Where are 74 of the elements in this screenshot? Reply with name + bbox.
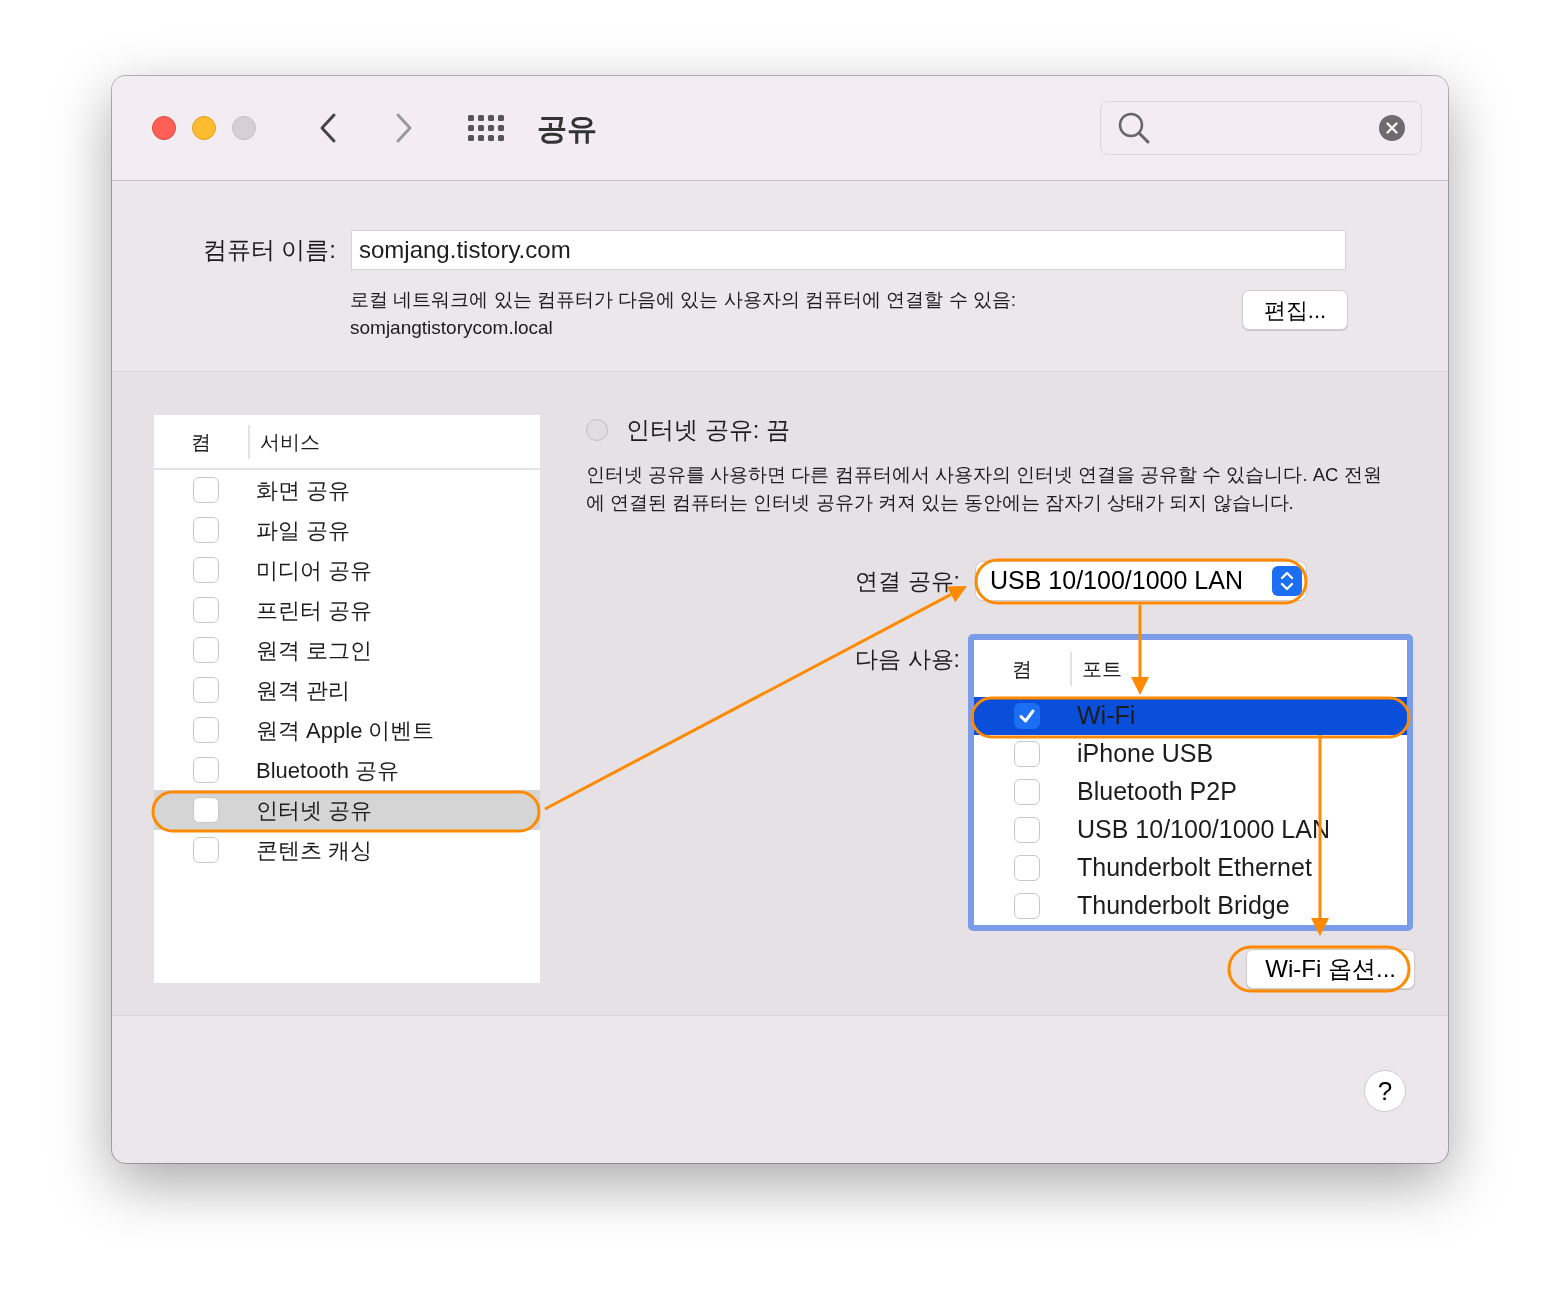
service-name: 콘텐츠 캐싱	[256, 836, 373, 865]
checkbox[interactable]	[193, 517, 219, 543]
checkbox[interactable]	[193, 717, 219, 743]
port-name: Thunderbolt Ethernet	[1077, 852, 1312, 884]
service-row[interactable]: 원격 관리	[154, 670, 540, 710]
forward-icon[interactable]	[394, 112, 414, 144]
port-name: Bluetooth P2P	[1077, 776, 1237, 808]
local-address: somjangtistorycom.local	[350, 316, 554, 340]
checkbox[interactable]	[193, 677, 219, 703]
checkbox[interactable]	[193, 557, 219, 583]
close-button[interactable]	[152, 116, 176, 140]
column-header: 켬	[1011, 656, 1033, 682]
port-row[interactable]: Thunderbolt Bridge	[974, 887, 1407, 925]
description-text: 인터넷 공유를 사용하면 다른 컴퓨터에서 사용자의 인터넷 연결을 공유할 수 있습니다. AC 전원에 연결된 컴퓨터는 인터넷 공유가 켜져 있는 동안에는 잠자기 상태가 되지 않습니다.	[586, 463, 1383, 515]
service-name: 원격 Apple 이벤트	[256, 716, 435, 745]
back-icon[interactable]	[318, 112, 338, 144]
port-row[interactable]: iPhone USB	[974, 735, 1407, 773]
service-row[interactable]: 파일 공유	[154, 510, 540, 550]
share-from-dropdown[interactable]: USB 10/100/1000 LAN	[976, 562, 1306, 600]
service-row[interactable]: 인터넷 공유	[154, 790, 540, 830]
column-header: 서비스	[259, 429, 320, 455]
computer-name-field[interactable]: somjang.tistory.com	[351, 230, 1346, 270]
service-name: 원격 로그인	[256, 636, 373, 665]
service-name: Bluetooth 공유	[256, 756, 400, 785]
clear-icon[interactable]	[1379, 115, 1405, 141]
checkbox[interactable]	[1014, 817, 1040, 843]
service-row[interactable]: 화면 공유	[154, 470, 540, 510]
service-row[interactable]: 원격 로그인	[154, 630, 540, 670]
service-name: 미디어 공유	[256, 556, 373, 585]
window-title: 공유	[537, 110, 597, 147]
field-label: 연결 공유:	[854, 566, 960, 596]
field-label: 다음 사용:	[854, 645, 960, 674]
status-label: 인터넷 공유: 끔	[626, 415, 790, 445]
service-row[interactable]: Bluetooth 공유	[154, 750, 540, 790]
search-field[interactable]	[1100, 101, 1422, 155]
service-row[interactable]: 미디어 공유	[154, 550, 540, 590]
radio-button[interactable]	[586, 419, 608, 441]
port-row[interactable]: Bluetooth P2P	[974, 773, 1407, 811]
info-text: 로컬 네트워크에 있는 컴퓨터가 다음에 있는 사용자의 컴퓨터에 연결할 수 있음:	[350, 288, 1017, 312]
edit-button[interactable]: 편집...	[1242, 290, 1348, 330]
minimize-button[interactable]	[192, 116, 216, 140]
service-name: 파일 공유	[256, 516, 351, 545]
column-header: 켬	[190, 429, 212, 455]
checkbox[interactable]	[193, 477, 219, 503]
checkbox[interactable]	[1014, 741, 1040, 767]
port-name: Wi-Fi	[1077, 700, 1136, 732]
search-icon	[1117, 111, 1151, 145]
service-name: 인터넷 공유	[256, 796, 373, 825]
checkbox[interactable]	[193, 837, 219, 863]
stepper-icon	[1272, 566, 1302, 596]
service-name: 화면 공유	[256, 476, 351, 505]
checkbox[interactable]	[1014, 779, 1040, 805]
service-name: 프린터 공유	[256, 596, 373, 625]
checkbox[interactable]	[193, 597, 219, 623]
service-row[interactable]: 원격 Apple 이벤트	[154, 710, 540, 750]
checkbox[interactable]	[1014, 855, 1040, 881]
column-header: 포트	[1081, 656, 1122, 682]
port-name: Thunderbolt Bridge	[1077, 890, 1290, 922]
service-row[interactable]: 프린터 공유	[154, 590, 540, 630]
grid-icon[interactable]	[468, 115, 505, 141]
checkbox[interactable]	[193, 797, 219, 823]
service-name: 원격 관리	[256, 676, 351, 705]
zoom-button[interactable]	[232, 116, 256, 140]
port-row[interactable]: Thunderbolt Ethernet	[974, 849, 1407, 887]
checkbox[interactable]	[1014, 893, 1040, 919]
service-row[interactable]: 콘텐츠 캐싱	[154, 830, 540, 870]
checkbox[interactable]	[193, 757, 219, 783]
field-label: 컴퓨터 이름:	[201, 235, 336, 265]
wifi-options-button[interactable]: Wi-Fi 옵션...	[1246, 949, 1415, 989]
checkmark-icon	[1018, 707, 1036, 725]
checkbox[interactable]	[193, 637, 219, 663]
help-button[interactable]: ?	[1364, 1070, 1406, 1112]
checkbox[interactable]	[1014, 703, 1040, 729]
port-name: iPhone USB	[1077, 738, 1214, 770]
